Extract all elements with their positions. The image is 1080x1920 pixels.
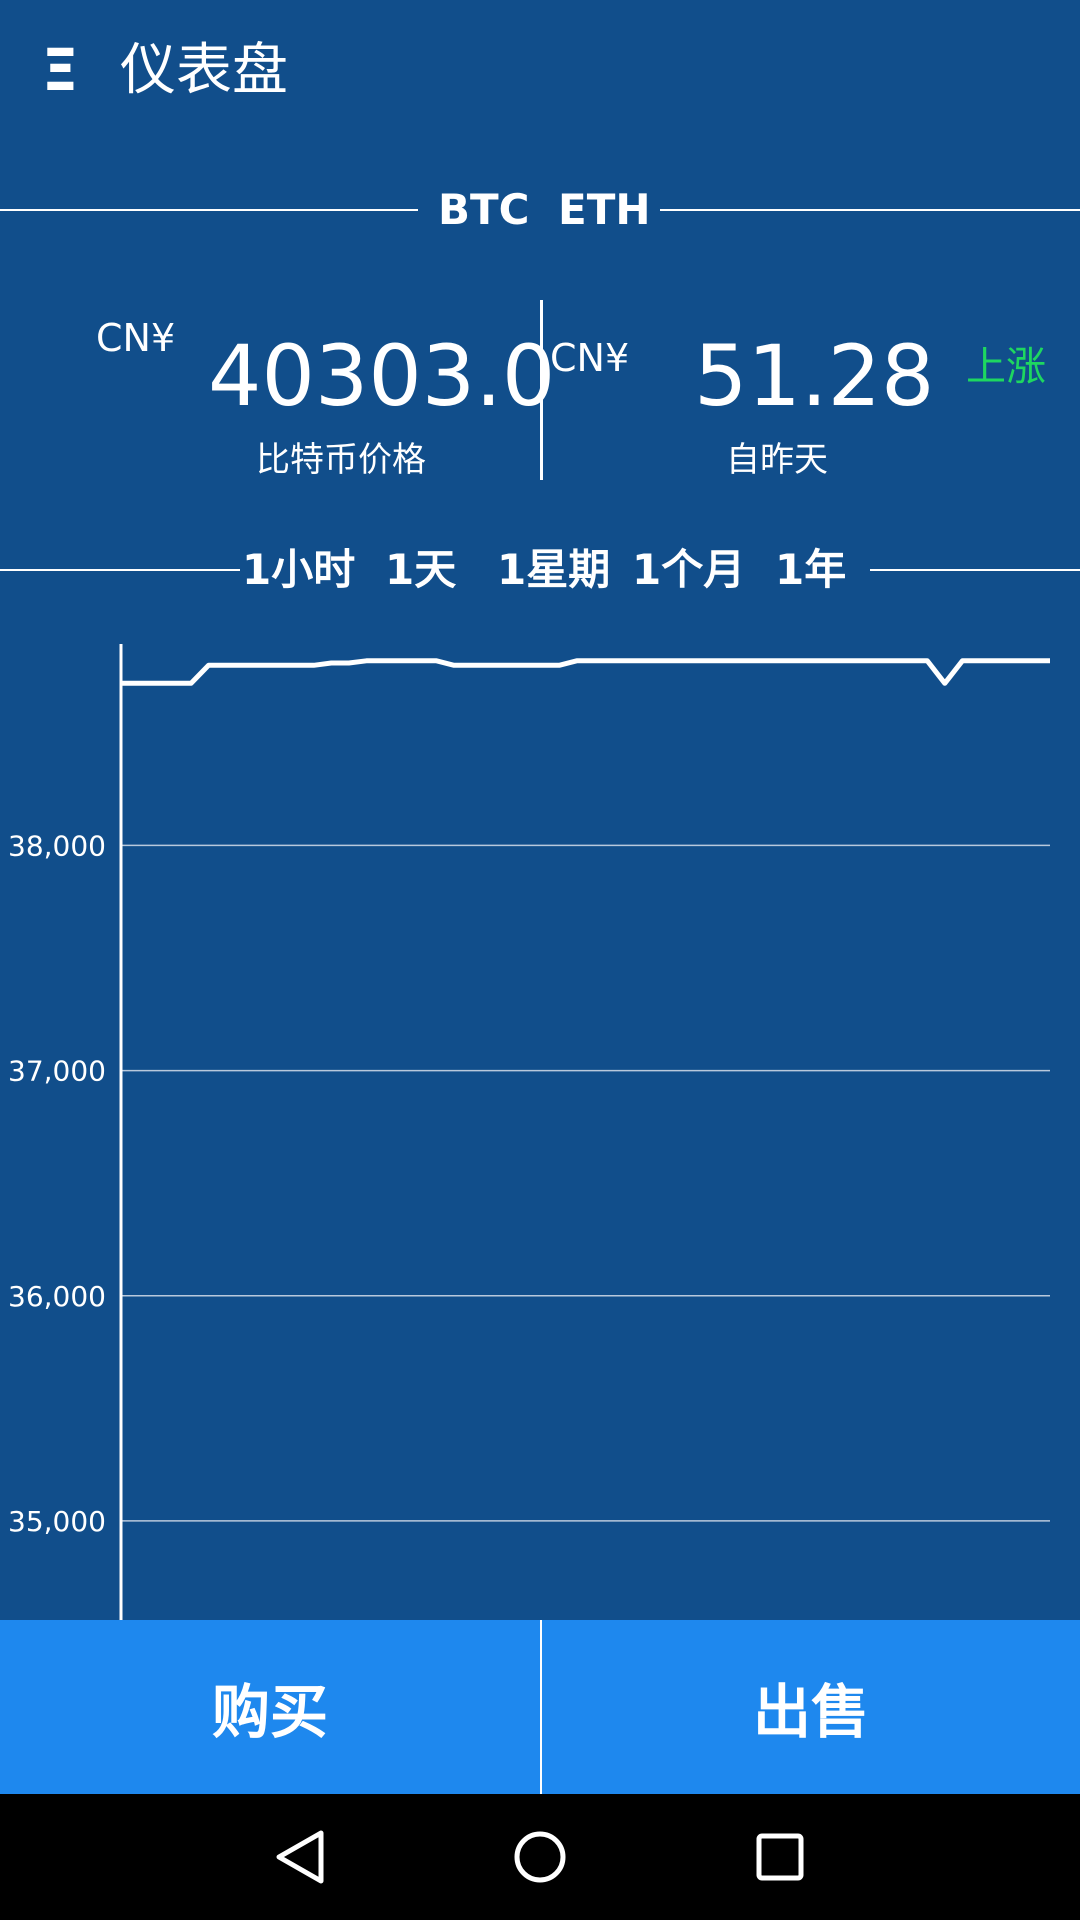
menu-button[interactable]: Ξ bbox=[30, 30, 90, 110]
y-tick-label: 38,000 bbox=[8, 829, 106, 862]
currency-label: CN¥ bbox=[96, 316, 176, 360]
recents-button[interactable] bbox=[735, 1814, 825, 1900]
price-chart-svg: 38,000 37,000 36,000 35,000 bbox=[8, 644, 1050, 1620]
price-series-line bbox=[121, 658, 1050, 686]
divider-line bbox=[0, 209, 418, 211]
price-change-label: 自昨天 bbox=[726, 440, 828, 480]
trend-badge: 上涨 bbox=[966, 344, 1046, 390]
divider-line bbox=[660, 209, 1080, 211]
stat-divider bbox=[540, 300, 543, 480]
range-tab-1y[interactable]: 1年 bbox=[775, 540, 846, 600]
tab-btc[interactable]: BTC bbox=[438, 180, 530, 240]
y-tick-label: 35,000 bbox=[8, 1505, 106, 1538]
divider-line bbox=[0, 569, 240, 571]
range-tab-1d[interactable]: 1天 bbox=[385, 540, 456, 600]
back-button[interactable] bbox=[255, 1814, 345, 1900]
currency-label: CN¥ bbox=[550, 336, 630, 380]
btc-price-value: 40303.0 bbox=[208, 327, 556, 425]
price-change-value: 51.28 bbox=[694, 327, 935, 425]
range-tab-1h[interactable]: 1小时 bbox=[242, 540, 355, 600]
y-tick-label: 37,000 bbox=[8, 1055, 106, 1088]
system-nav-bar bbox=[0, 1794, 1080, 1920]
price-chart: 38,000 37,000 36,000 35,000 bbox=[0, 620, 1080, 1620]
range-tab-1m[interactable]: 1个月 bbox=[632, 540, 745, 600]
home-button[interactable] bbox=[495, 1814, 585, 1900]
recents-icon bbox=[756, 1833, 804, 1881]
y-tick-label: 36,000 bbox=[8, 1280, 106, 1313]
buy-button[interactable]: 购买 bbox=[0, 1620, 540, 1794]
sell-button[interactable]: 出售 bbox=[541, 1620, 1080, 1794]
action-bar: 购买 出售 bbox=[0, 1620, 1080, 1794]
divider-line bbox=[870, 569, 1080, 571]
back-icon bbox=[276, 1830, 324, 1884]
time-range-selector: 1小时 1天 1星期 1个月 1年 bbox=[0, 540, 1080, 600]
range-tab-1w[interactable]: 1星期 bbox=[497, 540, 610, 600]
tab-eth[interactable]: ETH bbox=[558, 180, 651, 240]
btc-price-label: 比特币价格 bbox=[256, 440, 426, 480]
coin-selector: BTC ETH bbox=[0, 180, 1080, 240]
app-bar: Ξ 仪表盘 bbox=[0, 0, 1080, 150]
home-icon bbox=[514, 1831, 566, 1883]
page-title: 仪表盘 bbox=[120, 38, 288, 103]
menu-icon: Ξ bbox=[41, 36, 79, 104]
